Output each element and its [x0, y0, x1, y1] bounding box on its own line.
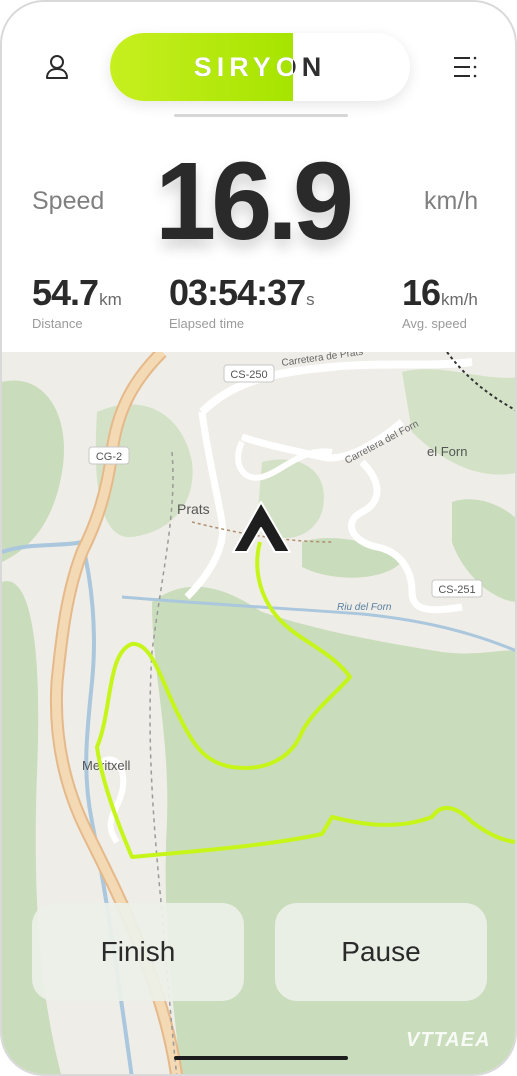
map-label-prats: Prats [177, 501, 210, 517]
map-label-el-forn: el Forn [427, 444, 467, 459]
elapsed-time-value: 03:54:37 [169, 272, 306, 313]
elapsed-time-label: Elapsed time [169, 316, 245, 331]
distance-label: Distance [32, 316, 83, 331]
brand-progress-pill: SIRYON SIRYON [110, 33, 410, 101]
distance-unit: km [99, 290, 122, 309]
sheet-handle[interactable] [174, 114, 348, 117]
user-icon[interactable] [42, 52, 72, 82]
elapsed-time-stat: 03:54:37s Elapsed time [169, 272, 315, 331]
speed-value: 16.9 [154, 140, 354, 263]
menu-icon[interactable] [450, 54, 480, 80]
home-indicator[interactable] [174, 1056, 348, 1060]
pause-button[interactable]: Pause [275, 903, 487, 1001]
avg-speed-stat: 16km/h Avg. speed [402, 272, 478, 331]
watermark-logo: VTTAEA [406, 1029, 491, 1051]
brand-logo-overlay-text: SIRYON [193, 51, 293, 82]
distance-stat: 54.7km Distance [32, 272, 122, 331]
distance-value: 54.7 [32, 272, 99, 313]
map-label-cs251: CS-251 [438, 584, 475, 596]
phone-frame: SIRYON SIRYON Speed 16.9 km/h 54.7km Dis… [0, 0, 517, 1076]
avg-speed-unit: km/h [441, 290, 478, 309]
map-label-cs250: CS-250 [230, 369, 267, 381]
speed-label: Speed [32, 187, 105, 215]
map-label-cg2: CG-2 [96, 451, 122, 463]
elapsed-time-unit: s [306, 290, 315, 309]
brand-logo-overlay: SIRYON [110, 33, 293, 101]
avg-speed-value: 16 [402, 272, 441, 313]
speed-unit: km/h [424, 187, 479, 215]
map-label-riu-forn: Riu del Forn [337, 602, 392, 613]
avg-speed-label: Avg. speed [402, 316, 467, 331]
finish-button[interactable]: Finish [32, 903, 244, 1001]
map-label-meritxell: Meritxell [82, 758, 131, 773]
